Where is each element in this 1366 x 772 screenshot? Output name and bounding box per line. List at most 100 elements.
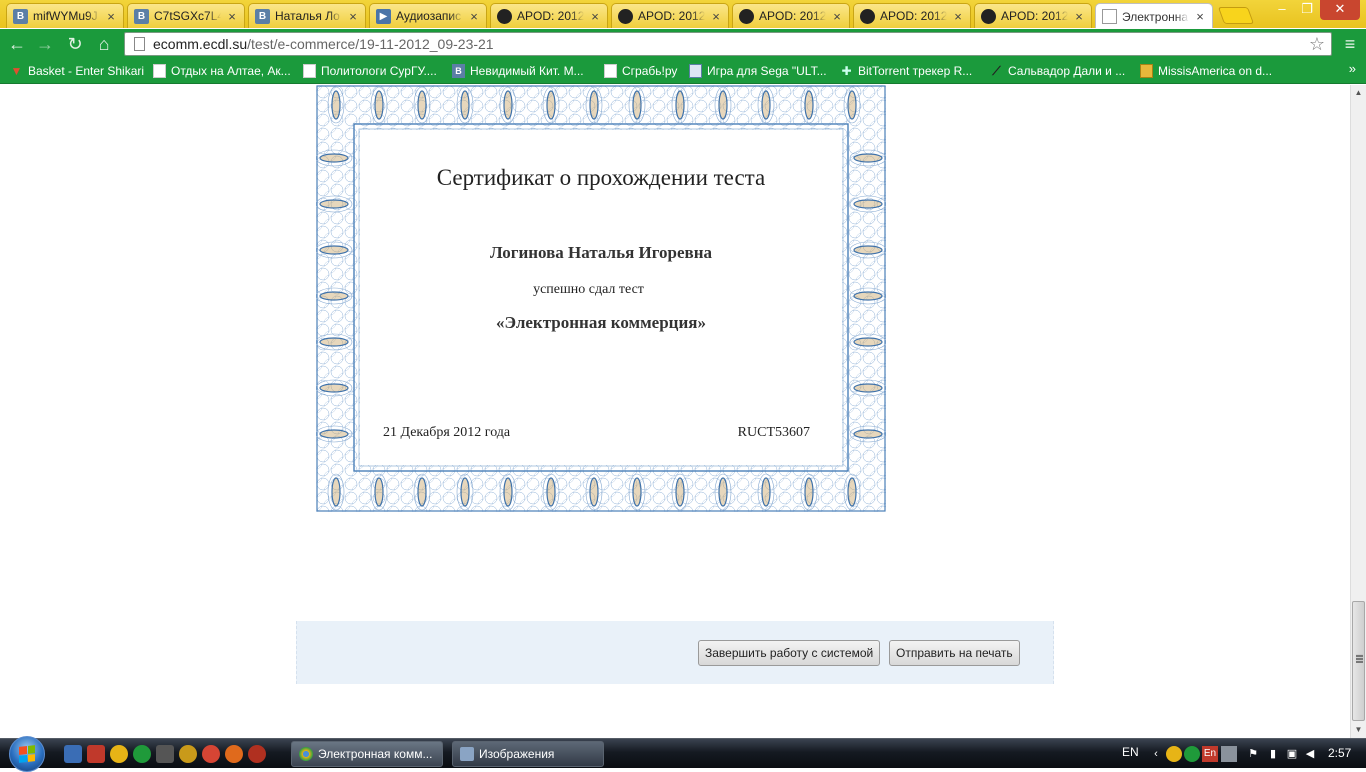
tab-title: APOD: 2012 (1001, 9, 1068, 23)
minimize-button[interactable]: – (1269, 0, 1295, 20)
bookmark-item[interactable]: B Невидимый Кит. М... (452, 62, 584, 80)
tray-device-icon[interactable] (1221, 746, 1237, 762)
bookmark-brush-icon: ⟋ (992, 63, 1001, 78)
tab-close-icon[interactable]: × (710, 9, 722, 24)
settings-menu-icon[interactable]: ≡ (1340, 33, 1360, 55)
url-text: ecomm.ecdl.su/test/e-commerce/19-11-2012… (153, 36, 494, 52)
certificate-code: RUCT53607 (737, 425, 810, 440)
bookmark-label: Политологи СурГУ.... (321, 64, 437, 78)
maximize-button[interactable]: ❐ (1294, 0, 1320, 20)
tab[interactable]: APOD: 2012 × (611, 3, 729, 28)
reload-button[interactable]: ↻ (64, 33, 86, 55)
bookmark-vk-icon: B (452, 64, 465, 78)
tab-title: mifWYMu9J (33, 9, 98, 23)
tab-close-icon[interactable]: × (1073, 9, 1085, 24)
tab[interactable]: BmifWYMu9J × (6, 3, 124, 28)
tab-title: Аудиозапис (396, 9, 462, 23)
media-icon[interactable] (156, 745, 174, 763)
disc-icon[interactable] (248, 745, 266, 763)
back-button[interactable]: ← (6, 33, 28, 55)
scroll-up-arrow-icon[interactable]: ▲ (1351, 85, 1366, 101)
grip-icon: ▬ ▬ ▬ (1356, 652, 1363, 665)
tab[interactable]: APOD: 2012 × (974, 3, 1092, 28)
page-icon (1102, 9, 1117, 24)
scroll-down-arrow-icon[interactable]: ▼ (1351, 722, 1366, 738)
tab[interactable]: B C7tSGXc7L4 × (127, 3, 245, 28)
bookmark-item[interactable]: Игра для Sega "ULT... (689, 62, 827, 80)
scrollbar-thumb[interactable]: ▬ ▬ ▬ (1352, 601, 1365, 721)
apod-icon (981, 8, 996, 24)
test-name: «Электронная коммерция» (496, 313, 706, 332)
tab[interactable]: APOD: 2012 × (732, 3, 850, 28)
bookmark-folder-icon (1140, 64, 1153, 78)
vk-icon: B (255, 8, 270, 24)
bookmark-item[interactable]: ✚ BitTorrent трекер R... (840, 62, 972, 80)
clock[interactable]: 2:57 (1328, 746, 1351, 760)
tab-close-icon[interactable]: × (831, 9, 843, 24)
network-icon[interactable]: ▣ (1284, 746, 1300, 762)
tab[interactable]: ▶ Аудиозапис × (369, 3, 487, 28)
bookmarks-bar: ▼ Basket - Enter Shikari Отдых на Алтае, А… (0, 58, 1366, 84)
new-tab-button[interactable] (1217, 7, 1255, 24)
taskbar-window-chrome[interactable]: Электронная комм... (291, 741, 443, 767)
tab-title: APOD: 2012 (759, 9, 826, 23)
tab-close-icon[interactable]: × (347, 9, 359, 24)
bookmark-item[interactable]: ▼ Basket - Enter Shikari (10, 62, 145, 80)
tab[interactable]: B Наталья Ло × (248, 3, 366, 28)
camera-icon[interactable] (87, 745, 105, 763)
utorrent-icon[interactable] (133, 745, 151, 763)
firefox-icon[interactable] (225, 745, 243, 763)
lifebuoy-icon[interactable] (202, 745, 220, 763)
tab-close-icon[interactable]: × (468, 9, 480, 24)
finish-session-button[interactable]: Завершить работу с системой (698, 640, 881, 666)
tab-close-icon[interactable]: × (105, 9, 117, 24)
close-window-button[interactable]: ✕ (1320, 0, 1360, 20)
tab[interactable]: Электронна × (1095, 3, 1213, 29)
start-button[interactable] (9, 736, 45, 772)
chrome-icon[interactable] (110, 745, 128, 763)
forward-button[interactable]: → (34, 33, 56, 55)
url-host: ecomm.ecdl.su (153, 36, 248, 52)
tray-usb-icon[interactable]: ▮ (1265, 746, 1281, 762)
bookmark-item[interactable]: Отдых на Алтае, Ак... (153, 62, 291, 80)
certificate-title: Сертификат о прохождении теста (436, 165, 766, 190)
windows-taskbar: Электронная комм... Изображения EN ‹ En … (0, 736, 1366, 772)
volume-icon[interactable]: ◀ (1302, 746, 1318, 762)
bookmark-cal-icon (689, 64, 702, 78)
tray-language-icon[interactable]: En (1202, 746, 1218, 762)
windows-logo-icon (19, 745, 35, 763)
bookmark-doc-icon (604, 64, 617, 78)
bookmark-item[interactable]: Политологи СурГУ.... (303, 62, 437, 80)
vertical-scrollbar[interactable]: ▲ ▬ ▬ ▬ ▼ (1350, 85, 1366, 738)
tab[interactable]: APOD: 2012 × (490, 3, 608, 28)
taskbar-window-label: Изображения (479, 747, 555, 761)
bookmark-item[interactable]: ⟋ Сальвадор Дали и ... (990, 62, 1125, 80)
tab-close-icon[interactable]: × (226, 9, 238, 24)
tab-strip: BmifWYMu9J × B C7tSGXc7L4 × B Наталья Ло × ▶ Ауди… (0, 0, 1366, 29)
tab[interactable]: APOD: 2012 × (853, 3, 971, 28)
show-desktop-icon[interactable] (64, 745, 82, 763)
bookmark-item[interactable]: Сграбь!ру (604, 62, 677, 80)
globe-icon[interactable] (179, 745, 197, 763)
address-bar[interactable]: ecomm.ecdl.su/test/e-commerce/19-11-2012… (124, 32, 1332, 56)
apod-icon (497, 8, 512, 24)
bookmarks-overflow-button[interactable]: » (1349, 61, 1356, 76)
browser-toolbar: ← → ↻ ⌂ ecomm.ecdl.su/test/e-commerce/19… (0, 28, 1366, 58)
home-button[interactable]: ⌂ (93, 33, 115, 55)
tray-expand-icon[interactable]: ‹ (1148, 746, 1164, 762)
tray-utorrent-icon[interactable] (1184, 746, 1200, 762)
tab-close-icon[interactable]: × (952, 9, 964, 24)
tab-close-icon[interactable]: × (1194, 9, 1206, 24)
bookmark-item[interactable]: MissisAmerica on d... (1140, 62, 1272, 80)
bookmark-label: Basket - Enter Shikari (28, 64, 145, 78)
language-indicator[interactable]: EN (1122, 745, 1139, 759)
bookmark-star-icon[interactable]: ☆ (1309, 34, 1325, 55)
bookmark-label: Сграбь!ру (622, 64, 678, 78)
certificate: Сертификат о прохождении теста Логинова … (316, 85, 886, 512)
bookmark-bt-icon: ✚ (841, 64, 852, 78)
tray-app-icon[interactable] (1166, 746, 1182, 762)
taskbar-window-images[interactable]: Изображения (452, 741, 604, 767)
tab-close-icon[interactable]: × (589, 9, 601, 24)
print-button[interactable]: Отправить на печать (889, 640, 1020, 666)
tray-flag-icon[interactable]: ⚑ (1245, 746, 1261, 762)
